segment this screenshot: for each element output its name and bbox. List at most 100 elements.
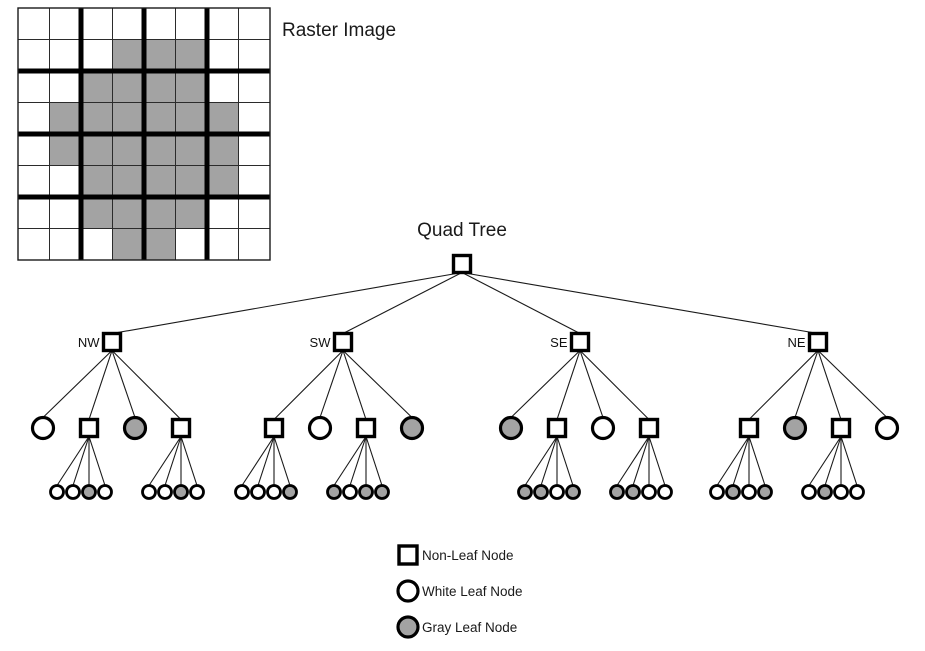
- tree-node-gray-leaf[interactable]: [358, 484, 374, 500]
- tree-node-white-leaf[interactable]: [65, 484, 81, 500]
- tree-node-gray-leaf[interactable]: [81, 484, 97, 500]
- tree-node-quadrant-sw[interactable]: [332, 331, 354, 353]
- raster-cell: [175, 102, 207, 134]
- raster-cell: [18, 102, 50, 134]
- raster-cell: [49, 71, 81, 103]
- tree-node-white-leaf[interactable]: [97, 484, 113, 500]
- tree-node-quadrant-se[interactable]: [569, 331, 591, 353]
- tree-node-white-leaf[interactable]: [833, 484, 849, 500]
- legend-icon-white-leaf-circle: [396, 579, 420, 603]
- tree-edge: [579, 350, 650, 420]
- tree-node-gray-leaf[interactable]: [374, 484, 390, 500]
- tree-node-gray-leaf[interactable]: [625, 484, 641, 500]
- raster-cell: [207, 228, 239, 260]
- raster-cell: [144, 228, 176, 260]
- tree-node-non-leaf[interactable]: [78, 417, 100, 439]
- raster-cell: [207, 39, 239, 71]
- tree-node-white-leaf[interactable]: [49, 484, 65, 500]
- tree-edge: [794, 350, 819, 418]
- tree-node-non-leaf[interactable]: [263, 417, 285, 439]
- tree-node-gray-leaf[interactable]: [399, 415, 425, 441]
- tree-node-gray-leaf[interactable]: [282, 484, 298, 500]
- tree-node-gray-leaf[interactable]: [725, 484, 741, 500]
- raster-cell: [144, 8, 176, 40]
- tree-node-non-leaf[interactable]: [546, 417, 568, 439]
- tree-node-non-leaf[interactable]: [738, 417, 760, 439]
- tree-node-white-leaf[interactable]: [801, 484, 817, 500]
- tree-node-gray-leaf[interactable]: [757, 484, 773, 500]
- tree-node-gray-leaf[interactable]: [517, 484, 533, 500]
- tree-node-quadrant-nw[interactable]: [101, 331, 123, 353]
- raster-cell: [18, 197, 50, 229]
- legend-item-label: Gray Leaf Node: [422, 620, 517, 635]
- tree-node-gray-leaf[interactable]: [609, 484, 625, 500]
- tree-edge: [510, 350, 581, 418]
- raster-cell: [18, 8, 50, 40]
- raster-cell: [175, 197, 207, 229]
- raster-cell: [144, 165, 176, 197]
- raster-cell: [81, 39, 113, 71]
- tree-node-white-leaf[interactable]: [874, 415, 900, 441]
- tree-node-white-leaf[interactable]: [189, 484, 205, 500]
- raster-cell: [112, 197, 144, 229]
- raster-cell: [112, 8, 144, 40]
- tree-node-non-leaf[interactable]: [170, 417, 192, 439]
- legend: Non-Leaf Node White Leaf Node Gray Leaf No…: [396, 544, 523, 639]
- tree-node-gray-leaf[interactable]: [326, 484, 342, 500]
- tree-node-white-leaf[interactable]: [741, 484, 757, 500]
- raster-cell: [112, 102, 144, 134]
- raster-cell: [112, 71, 144, 103]
- raster-cell: [112, 134, 144, 166]
- tree-node-white-leaf[interactable]: [709, 484, 725, 500]
- tree-node-gray-leaf[interactable]: [817, 484, 833, 500]
- tree-node-white-leaf[interactable]: [657, 484, 673, 500]
- tree-edge: [461, 272, 581, 334]
- tree-edge: [616, 436, 650, 486]
- raster-cell: [175, 165, 207, 197]
- tree-node-gray-leaf[interactable]: [122, 415, 148, 441]
- tree-node-white-leaf[interactable]: [141, 484, 157, 500]
- tree-edge: [111, 350, 136, 418]
- tree-node-white-leaf[interactable]: [234, 484, 250, 500]
- tree-edge: [273, 436, 291, 486]
- raster-cell: [18, 39, 50, 71]
- tree-node-white-leaf[interactable]: [849, 484, 865, 500]
- tree-edge: [88, 350, 113, 420]
- quadrant-label: SW: [310, 335, 332, 350]
- tree-node-non-leaf[interactable]: [355, 417, 377, 439]
- raster-cell: [144, 102, 176, 134]
- tree-node-white-leaf[interactable]: [157, 484, 173, 500]
- tree-node-gray-leaf[interactable]: [173, 484, 189, 500]
- tree-node-white-leaf[interactable]: [342, 484, 358, 500]
- raster-cell: [18, 228, 50, 260]
- legend-icon-gray-leaf-circle: [396, 615, 420, 639]
- raster-cell: [49, 165, 81, 197]
- raster-cell: [81, 165, 113, 197]
- tree-node-root[interactable]: [451, 253, 473, 275]
- tree-node-gray-leaf[interactable]: [533, 484, 549, 500]
- raster-cell: [49, 228, 81, 260]
- raster-cell: [207, 197, 239, 229]
- tree-node-gray-leaf[interactable]: [782, 415, 808, 441]
- tree-node-quadrant-ne[interactable]: [807, 331, 829, 353]
- tree-node-white-leaf[interactable]: [30, 415, 56, 441]
- tree-edge: [556, 436, 574, 486]
- tree-node-white-leaf[interactable]: [549, 484, 565, 500]
- tree-node-white-leaf[interactable]: [266, 484, 282, 500]
- tree-edges: [42, 271, 888, 486]
- tree-node-non-leaf[interactable]: [830, 417, 852, 439]
- tree-node-white-leaf[interactable]: [307, 415, 333, 441]
- tree-node-white-leaf[interactable]: [590, 415, 616, 441]
- tree-edge: [349, 436, 367, 486]
- tree-node-non-leaf[interactable]: [638, 417, 660, 439]
- tree-node-white-leaf[interactable]: [250, 484, 266, 500]
- raster-cell: [49, 39, 81, 71]
- tree-node-gray-leaf[interactable]: [498, 415, 524, 441]
- tree-edge: [164, 436, 182, 486]
- raster-image-title: Raster Image: [282, 20, 396, 41]
- tree-node-white-leaf[interactable]: [641, 484, 657, 500]
- tree-edge: [148, 436, 182, 486]
- tree-edge: [333, 436, 367, 486]
- tree-node-gray-leaf[interactable]: [565, 484, 581, 500]
- raster-cell: [175, 39, 207, 71]
